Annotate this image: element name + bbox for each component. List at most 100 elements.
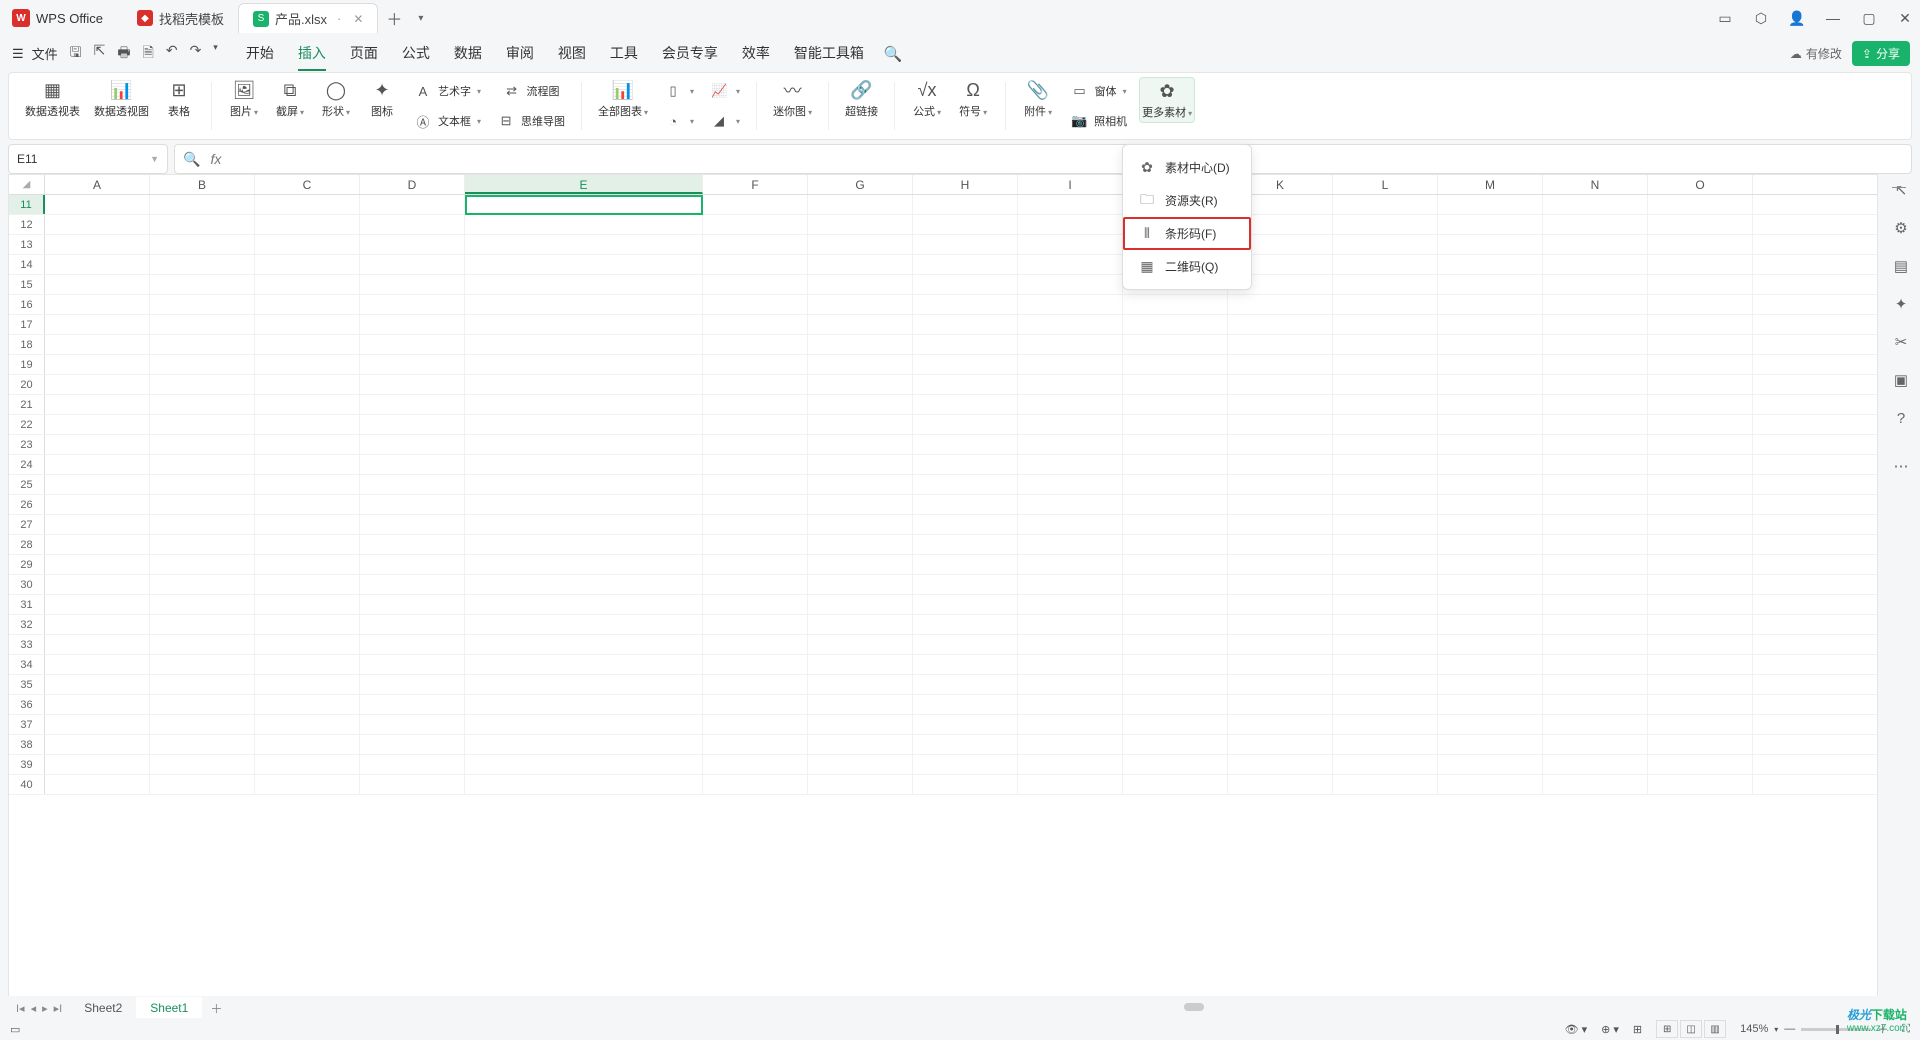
cell[interactable] (703, 395, 808, 414)
cell[interactable] (465, 755, 703, 774)
cell[interactable] (255, 355, 360, 374)
cell[interactable] (1333, 495, 1438, 514)
cell[interactable] (913, 655, 1018, 674)
menu-item-2[interactable]: ⦀条形码(F) (1123, 217, 1251, 250)
cell[interactable] (465, 555, 703, 574)
tab-templates[interactable]: ◆ 找稻壳模板 (123, 3, 238, 33)
cell[interactable] (255, 515, 360, 534)
cell[interactable] (913, 715, 1018, 734)
cell[interactable] (1648, 415, 1753, 434)
cell[interactable] (255, 615, 360, 634)
cell[interactable] (360, 335, 465, 354)
cell[interactable] (1648, 535, 1753, 554)
user-icon[interactable]: 👤 (1788, 9, 1806, 27)
cell[interactable] (255, 555, 360, 574)
cell[interactable] (45, 395, 150, 414)
cell[interactable] (703, 275, 808, 294)
cell[interactable] (1123, 775, 1228, 794)
cell[interactable] (1438, 475, 1543, 494)
col-header-L[interactable]: L (1333, 175, 1438, 194)
cell[interactable] (360, 495, 465, 514)
reader-icon[interactable]: ▭ (1716, 9, 1734, 27)
cell[interactable] (703, 635, 808, 654)
cell[interactable] (1438, 715, 1543, 734)
row-header-13[interactable]: 13 (9, 235, 45, 254)
export-icon[interactable]: ⇱ (94, 42, 106, 66)
cell[interactable] (913, 535, 1018, 554)
cell[interactable] (703, 195, 808, 214)
cell[interactable] (465, 735, 703, 754)
cell[interactable] (1438, 235, 1543, 254)
cell[interactable] (45, 255, 150, 274)
row-header-22[interactable]: 22 (9, 415, 45, 434)
select-all-corner[interactable]: ◢ (9, 175, 45, 194)
row-header-18[interactable]: 18 (9, 335, 45, 354)
cell[interactable] (45, 195, 150, 214)
menu-tab-数据[interactable]: 数据 (454, 37, 482, 71)
cell[interactable] (255, 595, 360, 614)
cell[interactable] (255, 715, 360, 734)
menu-tab-页面[interactable]: 页面 (350, 37, 378, 71)
cell[interactable] (360, 535, 465, 554)
cell[interactable] (1543, 715, 1648, 734)
help-icon[interactable]: ? (1891, 408, 1911, 428)
cell[interactable] (45, 375, 150, 394)
cell[interactable] (465, 275, 703, 294)
cell[interactable] (465, 615, 703, 634)
cell[interactable] (1333, 395, 1438, 414)
modified-badge[interactable]: ☁ 有修改 (1790, 45, 1842, 62)
cell[interactable] (255, 315, 360, 334)
cell[interactable] (1018, 235, 1123, 254)
cell[interactable] (45, 475, 150, 494)
cell[interactable] (150, 615, 255, 634)
cell[interactable] (1438, 595, 1543, 614)
cell[interactable] (808, 555, 913, 574)
cell[interactable] (1123, 675, 1228, 694)
all-charts-button[interactable]: 📊全部图表▾ (596, 77, 650, 121)
cell[interactable] (1438, 215, 1543, 234)
cell[interactable] (1648, 515, 1753, 534)
cell[interactable] (1333, 755, 1438, 774)
cell[interactable] (808, 415, 913, 434)
cell[interactable] (1648, 475, 1753, 494)
cell[interactable] (1543, 415, 1648, 434)
cell[interactable] (1018, 775, 1123, 794)
cube-icon[interactable]: ⬡ (1752, 9, 1770, 27)
cell[interactable] (703, 435, 808, 454)
cell[interactable] (808, 435, 913, 454)
cell[interactable] (808, 475, 913, 494)
cell[interactable] (360, 235, 465, 254)
menu-tab-工具[interactable]: 工具 (610, 37, 638, 71)
row-header-39[interactable]: 39 (9, 755, 45, 774)
cell[interactable] (1123, 735, 1228, 754)
style-icon[interactable]: ✦ (1891, 294, 1911, 314)
row-header-12[interactable]: 12 (9, 215, 45, 234)
tab-menu-button[interactable]: ▾ (410, 13, 431, 24)
cell[interactable] (150, 195, 255, 214)
cell[interactable] (150, 735, 255, 754)
cell[interactable] (1648, 755, 1753, 774)
formula-button[interactable]: √x公式▾ (909, 77, 945, 121)
cell[interactable] (465, 295, 703, 314)
cell[interactable] (1648, 575, 1753, 594)
cell[interactable] (150, 515, 255, 534)
cell[interactable] (1228, 455, 1333, 474)
cell[interactable] (1123, 395, 1228, 414)
bar-chart-button[interactable]: ▯▾ (660, 78, 696, 104)
cell[interactable] (1123, 555, 1228, 574)
menu-tab-公式[interactable]: 公式 (402, 37, 430, 71)
cell[interactable] (1543, 275, 1648, 294)
cell[interactable] (1543, 535, 1648, 554)
col-header-H[interactable]: H (913, 175, 1018, 194)
cell[interactable] (360, 395, 465, 414)
cell[interactable] (1438, 295, 1543, 314)
cell[interactable] (465, 315, 703, 334)
menu-tab-智能工具箱[interactable]: 智能工具箱 (794, 37, 864, 71)
cell[interactable] (1018, 375, 1123, 394)
cell[interactable] (360, 295, 465, 314)
cell[interactable] (913, 755, 1018, 774)
cell[interactable] (1018, 255, 1123, 274)
cell[interactable] (150, 455, 255, 474)
cell[interactable] (1543, 215, 1648, 234)
cell[interactable] (1018, 315, 1123, 334)
